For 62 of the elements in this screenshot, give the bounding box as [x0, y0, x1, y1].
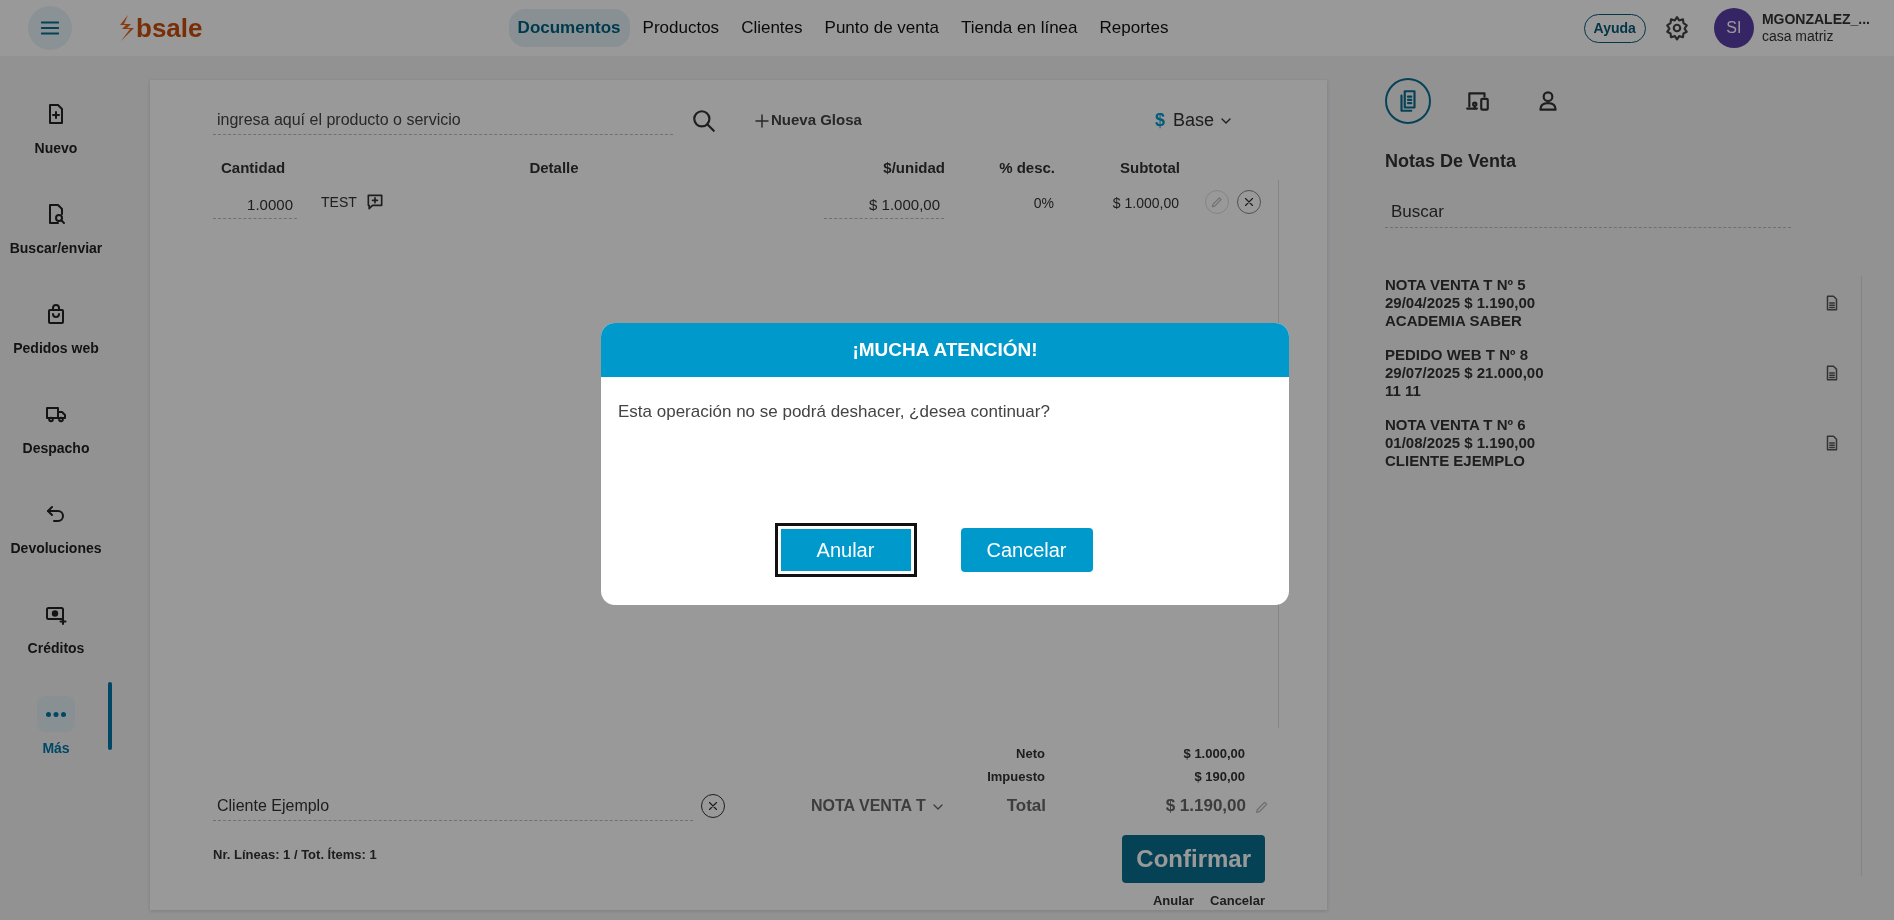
branch-name: casa matriz [1761, 28, 1835, 45]
close-icon [706, 799, 720, 813]
total-label: Total [1005, 795, 1046, 818]
note-item[interactable]: NOTA VENTA T Nº 6 01/08/2025 $ 1.190,00 CLIENTE EJEMPLO [1385, 415, 1536, 470]
column-header: Cantidad [221, 159, 286, 176]
unit-price-field[interactable]: $ 1.000,00 [824, 191, 944, 219]
column-header: Subtotal [1120, 159, 1180, 176]
new-line-button[interactable]: Nueva Glosa [753, 109, 862, 132]
column-header: Detalle [529, 159, 579, 176]
user-avatar[interactable]: SI [1713, 8, 1754, 48]
quantity-field[interactable]: 1.0000 [213, 191, 297, 219]
nav-link[interactable]: Reportes [1090, 9, 1178, 47]
logo-icon [118, 15, 134, 41]
column-header: $/unidad [883, 159, 945, 176]
dialog-title: ¡MUCHA ATENCIÓN! [852, 337, 1038, 362]
pencil-icon [1210, 194, 1224, 209]
sidebar-item[interactable]: Devoluciones [0, 496, 112, 596]
sidebar-item[interactable]: Buscar/enviar [0, 196, 112, 296]
client-field[interactable]: Cliente Ejemplo [213, 791, 693, 821]
nav-link[interactable]: Clientes [732, 9, 812, 47]
sidebar-item[interactable]: Pedidos web [0, 296, 112, 396]
product-search-field[interactable]: ingresa aquí el producto o servicio [213, 106, 673, 135]
sidebar-item[interactable]: Despacho [0, 396, 112, 496]
price-list-dropdown[interactable]: $ Base [1154, 107, 1234, 134]
help-button[interactable]: Ayuda [1583, 13, 1646, 43]
document-type-dropdown[interactable]: NOTA VENTA T [811, 794, 946, 818]
subtotal-label: Neto [1015, 744, 1045, 763]
subtotal-value: $ 190,00 [1193, 767, 1245, 786]
dialog-message: Esta operación no se podrá deshacer, ¿desea continuar? [617, 401, 1051, 423]
user-name: MGONZALEZ_... [1761, 11, 1870, 28]
search-icon [691, 107, 717, 134]
dialog-button[interactable]: Anular [774, 523, 917, 577]
item-detail: TEST [321, 192, 357, 212]
plus-icon [753, 111, 771, 130]
subtotal-label: Impuesto [986, 767, 1045, 786]
logo-text: bsale [136, 11, 203, 45]
discount-cell: 0% [1033, 194, 1054, 211]
footer-link[interactable]: Cancelar [1210, 890, 1265, 910]
subtotal-value: $ 1.000,00 [1182, 744, 1245, 763]
subtotal-cell: $ 1.000,00 [1112, 194, 1179, 211]
column-header: % desc. [999, 159, 1055, 176]
sidebar-item[interactable]: Nuevo [0, 96, 112, 196]
line-count-summary: Nr. Líneas: 1 / Tot. Ítems: 1 [213, 845, 377, 864]
footer-link[interactable]: Anular [1152, 890, 1195, 910]
panel-tab[interactable] [1385, 78, 1431, 124]
panel-title: Notas De Venta [1385, 150, 1518, 173]
note-item[interactable]: PEDIDO WEB T Nº 8 29/07/2025 $ 21.000,00 11 11 [1385, 345, 1544, 400]
note-item[interactable]: NOTA VENTA T Nº 5 29/04/2025 $ 1.190,00 ACADEMIA SABER [1385, 275, 1536, 330]
settings-icon[interactable] [1663, 15, 1690, 41]
nav-link[interactable]: Productos [633, 9, 729, 47]
more-dots-icon [46, 711, 66, 717]
nav-link[interactable]: Tienda en línea [951, 9, 1087, 47]
remove-button[interactable] [1237, 189, 1261, 214]
confirm-button[interactable]: Confirmar [1122, 834, 1265, 883]
selection-bar [108, 682, 112, 750]
menu-button[interactable] [28, 6, 72, 50]
dialog-button[interactable]: Cancelar [960, 528, 1093, 572]
notes-search-field[interactable]: Buscar [1385, 197, 1791, 228]
total-value: $ 1.190,00 [1164, 795, 1246, 818]
clear-button[interactable] [701, 794, 725, 818]
nav-link[interactable]: Punto de venta [815, 9, 948, 47]
nav-link[interactable]: Documentos [508, 9, 630, 47]
